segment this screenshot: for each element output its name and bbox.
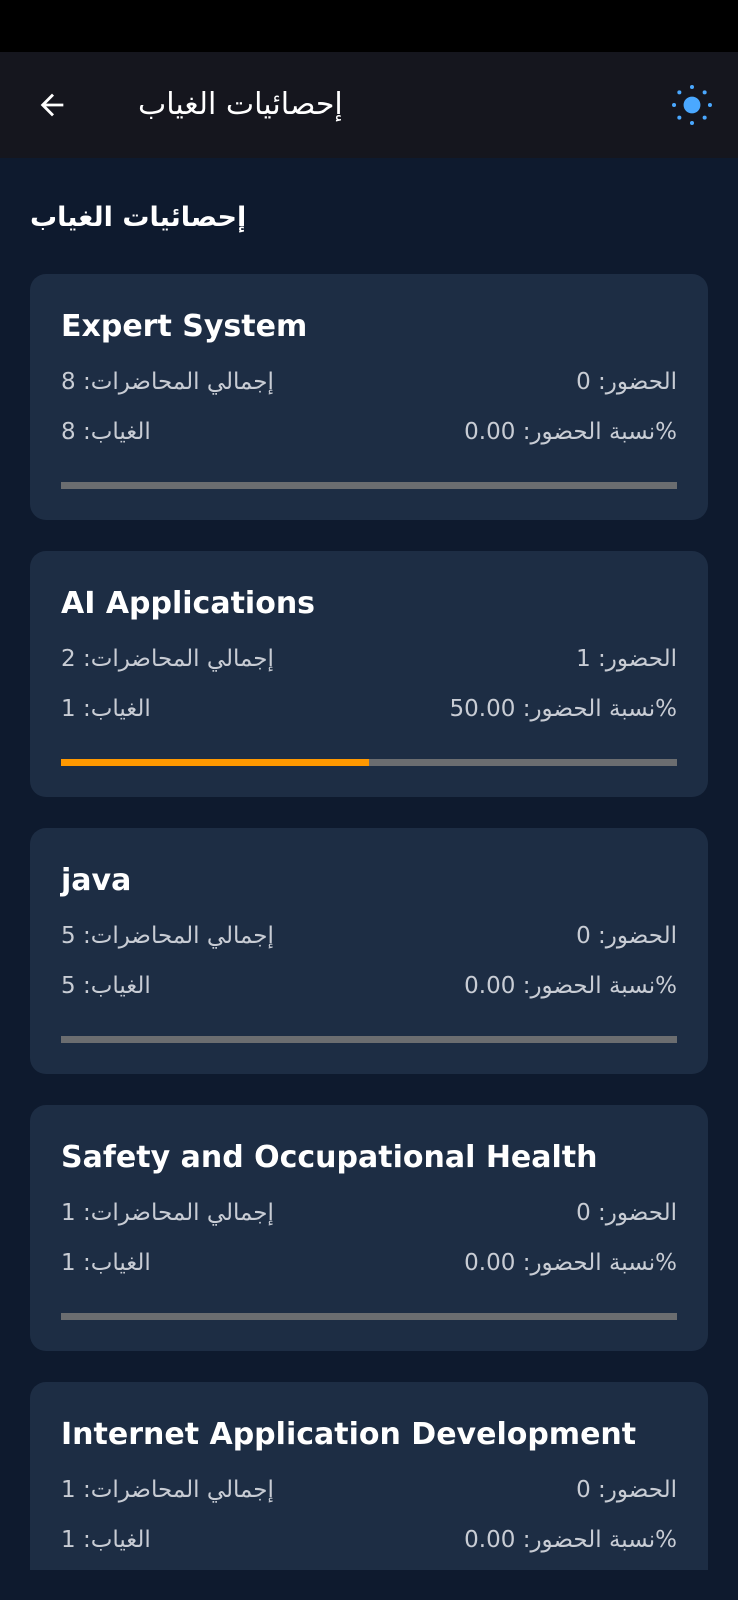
attendance-count: الحضور: 0 xyxy=(576,923,677,949)
course-card[interactable]: java إجمالي المحاضرات: 5 الحضور: 0 الغيا… xyxy=(30,828,708,1074)
course-name: Safety and Occupational Health xyxy=(61,1140,598,1175)
attendance-progress-bar xyxy=(61,482,677,489)
theme-toggle-button[interactable] xyxy=(668,81,716,129)
absence-count: الغياب: 1 xyxy=(61,1250,151,1276)
arrow-back-icon xyxy=(40,93,64,117)
app-bar-title: إحصائيات الغياب xyxy=(138,87,343,122)
app-bar: إحصائيات الغياب xyxy=(0,52,738,158)
total-lectures: إجمالي المحاضرات: 2 xyxy=(61,646,274,672)
course-card[interactable]: Expert System إجمالي المحاضرات: 8 الحضور… xyxy=(30,274,708,520)
main-content: إحصائيات الغياب Expert System إجمالي الم… xyxy=(0,158,738,1570)
attendance-progress-bar xyxy=(61,1313,677,1320)
attendance-count: الحضور: 0 xyxy=(576,1477,677,1503)
course-card[interactable]: Internet Application Development إجمالي … xyxy=(30,1382,708,1570)
attendance-progress-fill xyxy=(61,759,369,766)
total-lectures: إجمالي المحاضرات: 1 xyxy=(61,1200,274,1226)
sun-icon xyxy=(672,85,712,125)
course-name: Internet Application Development xyxy=(61,1417,637,1452)
absence-count: الغياب: 1 xyxy=(61,1527,151,1553)
absence-count: الغياب: 8 xyxy=(61,419,151,445)
section-title: إحصائيات الغياب xyxy=(30,202,247,233)
total-lectures: إجمالي المحاضرات: 8 xyxy=(61,369,274,395)
course-card[interactable]: Safety and Occupational Health إجمالي ال… xyxy=(30,1105,708,1351)
attendance-progress-bar xyxy=(61,759,677,766)
course-name: Expert System xyxy=(61,309,308,344)
course-list: Expert System إجمالي المحاضرات: 8 الحضور… xyxy=(30,274,708,1570)
bottom-inset xyxy=(0,1570,738,1600)
attendance-rate: %نسبة الحضور: 0.00 xyxy=(464,419,677,445)
back-button[interactable] xyxy=(30,83,74,127)
total-lectures: إجمالي المحاضرات: 5 xyxy=(61,923,274,949)
course-card[interactable]: AI Applications إجمالي المحاضرات: 2 الحض… xyxy=(30,551,708,797)
attendance-count: الحضور: 0 xyxy=(576,1200,677,1226)
total-lectures: إجمالي المحاضرات: 1 xyxy=(61,1477,274,1503)
attendance-rate: %نسبة الحضور: 0.00 xyxy=(464,1250,677,1276)
absence-count: الغياب: 5 xyxy=(61,973,151,999)
attendance-count: الحضور: 1 xyxy=(576,646,677,672)
course-name: java xyxy=(61,863,132,898)
attendance-progress-bar xyxy=(61,1036,677,1043)
course-name: AI Applications xyxy=(61,586,316,621)
attendance-count: الحضور: 0 xyxy=(576,369,677,395)
status-bar xyxy=(0,0,738,52)
attendance-rate: %نسبة الحضور: 0.00 xyxy=(464,973,677,999)
attendance-rate: %نسبة الحضور: 0.00 xyxy=(464,1527,677,1553)
absence-count: الغياب: 1 xyxy=(61,696,151,722)
attendance-rate: %نسبة الحضور: 50.00 xyxy=(449,696,677,722)
